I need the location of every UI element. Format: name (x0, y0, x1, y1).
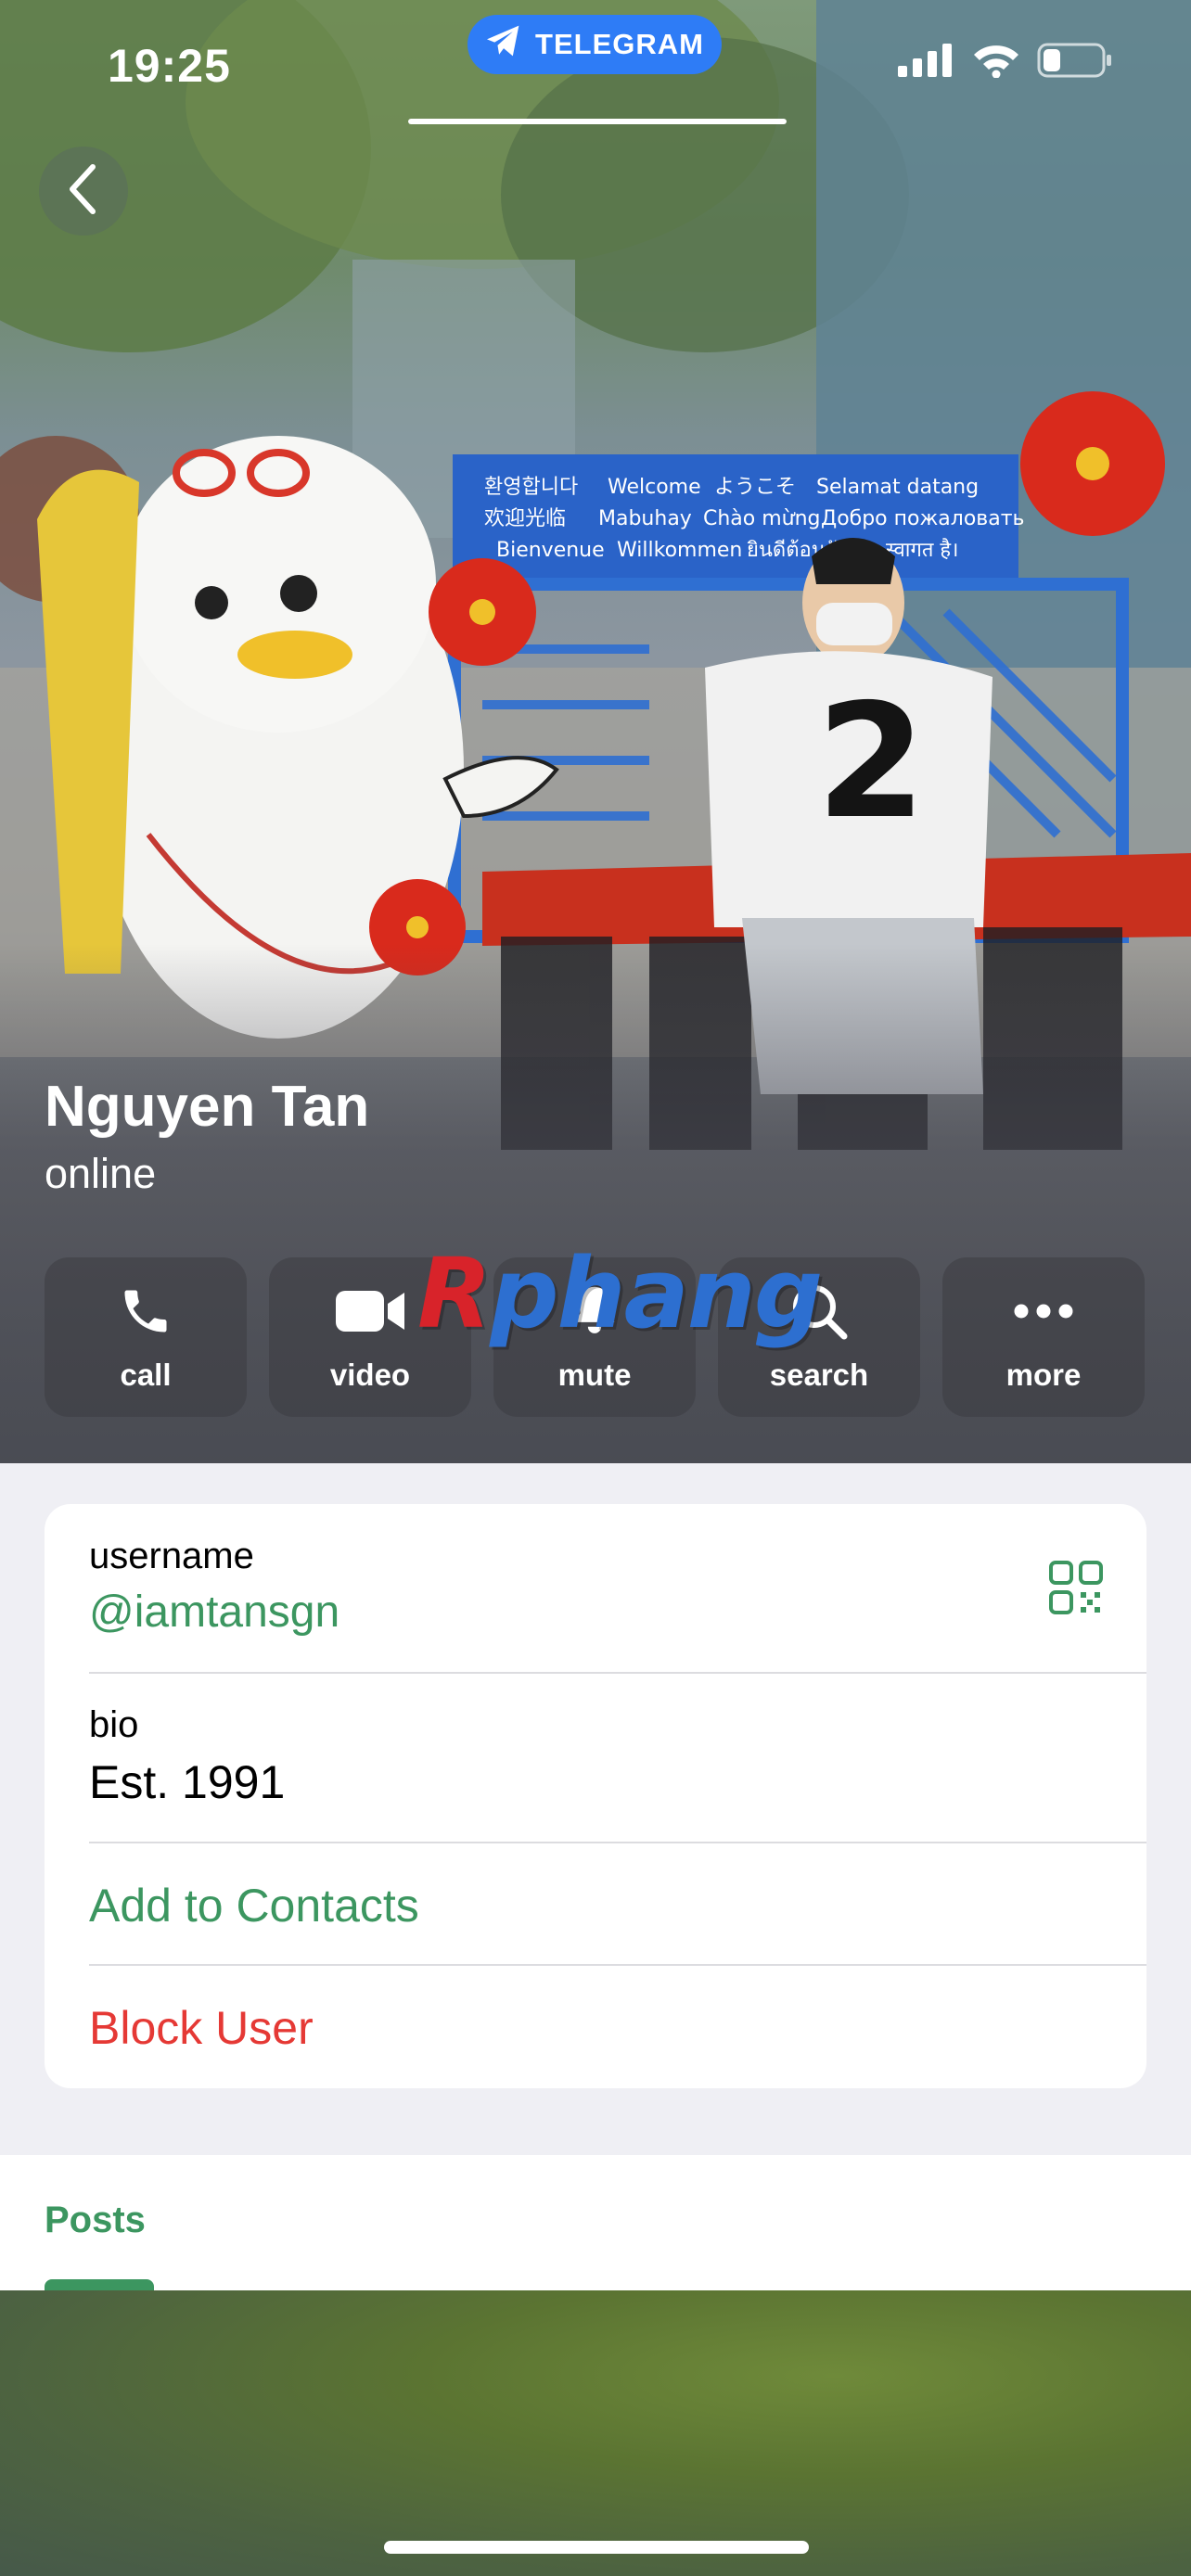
profile-name: Nguyen Tan (45, 1075, 370, 1139)
back-button[interactable] (39, 147, 128, 236)
bio-label: bio (89, 1704, 139, 1745)
sign-line-1-ms: Selamat datang (816, 476, 979, 499)
telegram-pill-label: TELEGRAM (535, 28, 704, 60)
status-icons (898, 43, 1113, 83)
qr-code-icon (1048, 1561, 1104, 1619)
sign-line-3-de: Willkommen (617, 539, 742, 562)
telegram-logo-icon (485, 24, 522, 65)
sign-line-1-ko: 환영합니다 (484, 476, 578, 499)
story-progress-fill (408, 119, 787, 124)
more-dots-icon (1012, 1282, 1075, 1341)
divider (89, 1964, 1146, 1966)
more-button[interactable]: more (942, 1257, 1145, 1417)
chevron-left-icon (67, 163, 100, 220)
sign-line-2-tl: Mabuhay (598, 507, 692, 530)
story-progress-bar (408, 119, 787, 124)
divider (89, 1672, 1146, 1674)
video-camera-icon (334, 1282, 406, 1341)
post-media-preview[interactable] (0, 2290, 1191, 2576)
qr-code-button[interactable] (1048, 1560, 1104, 1620)
signal-icon (898, 44, 955, 82)
battery-icon (1037, 43, 1113, 83)
tab-posts[interactable]: Posts (45, 2200, 146, 2241)
home-indicator[interactable] (384, 2541, 809, 2554)
profile-info-card: username @iamtansgn bio Est. 1991 Add to… (45, 1504, 1146, 2088)
sign-line-3-fr: Bienvenue (496, 539, 605, 562)
bio-value: Est. 1991 (89, 1756, 286, 1808)
divider (89, 1842, 1146, 1843)
sign-line-2-ru: Добро пожаловать (821, 507, 1025, 530)
wifi-icon (972, 43, 1020, 83)
sign-line-1-ja: ようこそ (714, 476, 796, 499)
phone-icon (118, 1282, 173, 1341)
telegram-app-pill[interactable]: TELEGRAM (467, 15, 722, 74)
sign-line-3-hi: स्वागत है। (886, 538, 958, 562)
sign-line-1-en: Welcome (608, 476, 701, 499)
sign-line-2-zh: 欢迎光临 (484, 507, 566, 530)
add-to-contacts-button[interactable]: Add to Contacts (89, 1879, 1146, 1932)
status-time: 19:25 (108, 40, 231, 92)
call-button[interactable]: call (45, 1257, 247, 1417)
profile-status: online (45, 1150, 157, 1197)
mute-label: mute (557, 1358, 632, 1392)
more-label: more (1005, 1358, 1082, 1392)
block-user-button[interactable]: Block User (89, 2001, 1146, 2055)
svg-text:2: 2 (816, 670, 926, 854)
tab-active-indicator (45, 2279, 154, 2290)
call-label: call (120, 1358, 172, 1392)
profile-tabs: Posts (0, 2155, 1191, 2290)
watermark-first-letter: R (417, 1237, 492, 1350)
sign-line-2-vi: Chào mừng (703, 507, 821, 530)
search-label: search (769, 1358, 869, 1392)
video-label: video (329, 1358, 411, 1392)
username-row[interactable]: username @iamtansgn (89, 1536, 1146, 1638)
watermark-rest: phang (490, 1237, 823, 1350)
watermark-logo: Rphang (417, 1237, 823, 1350)
username-label: username (89, 1536, 254, 1576)
bio-row: bio Est. 1991 (89, 1704, 1146, 1809)
username-value[interactable]: @iamtansgn (89, 1587, 1146, 1638)
